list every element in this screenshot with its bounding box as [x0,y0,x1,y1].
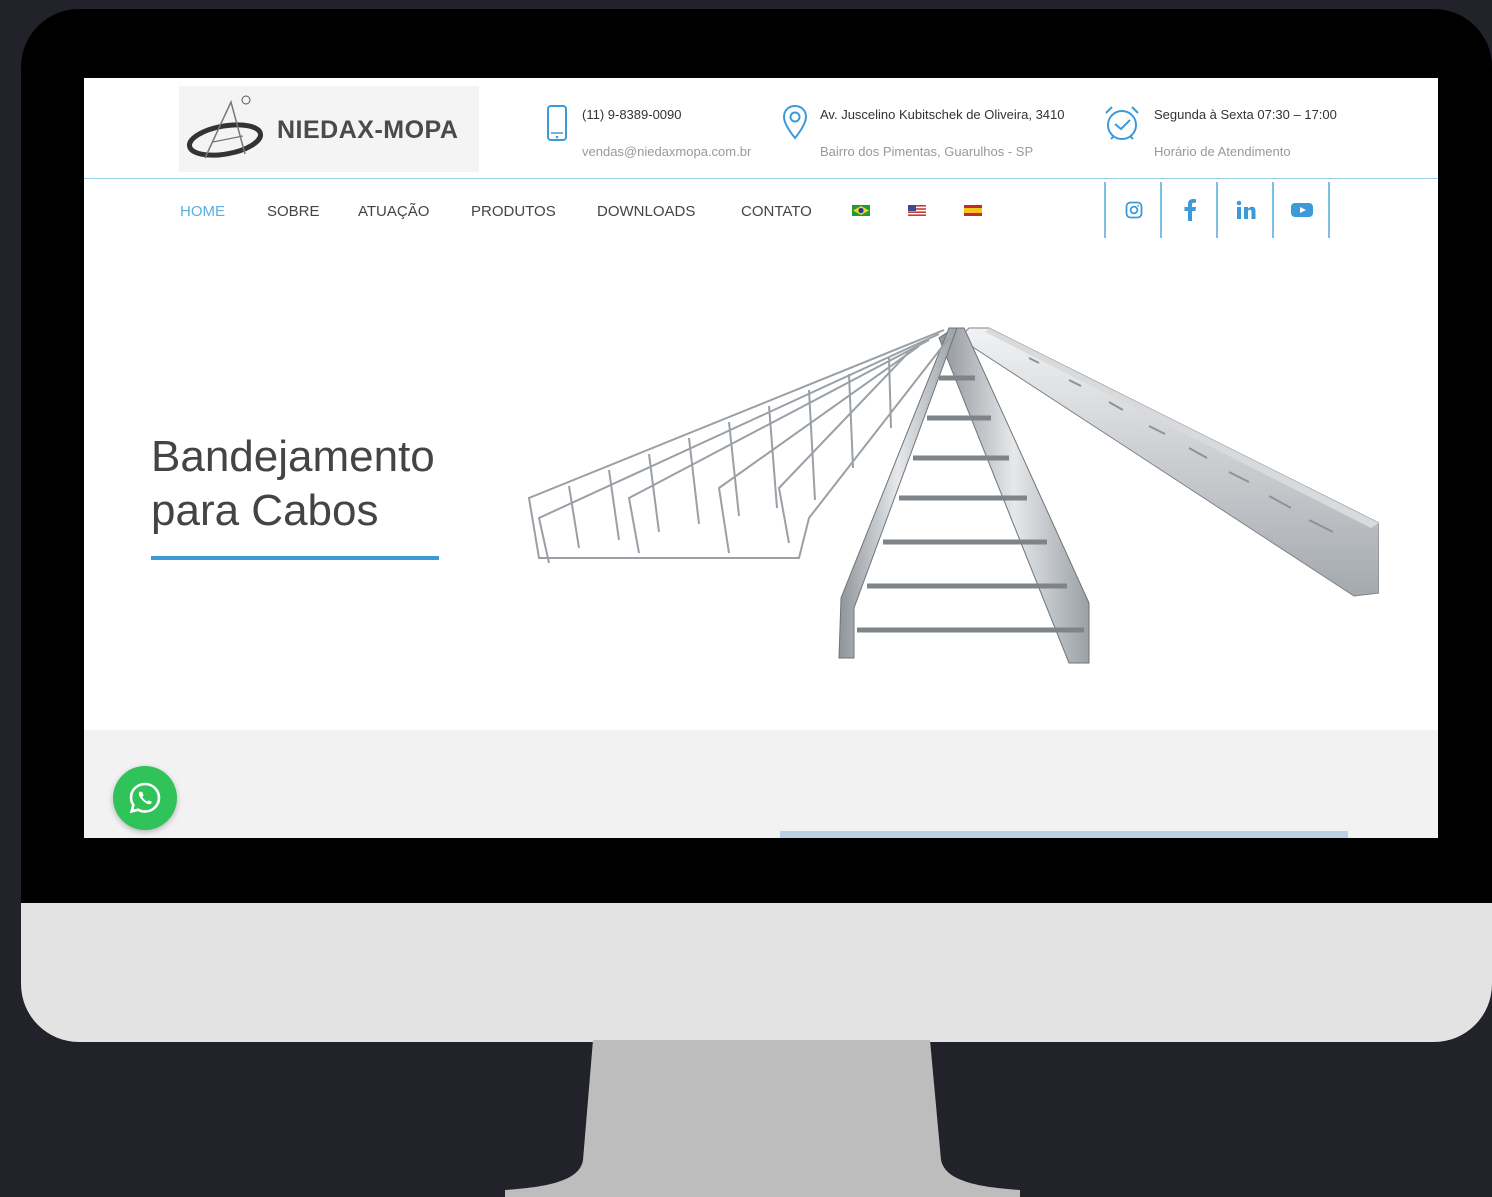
social-divider [1104,182,1106,238]
hero-title-line2: para Cabos [151,486,379,535]
location-pin-icon [782,104,808,140]
hero-title-line1: Bandejamento [151,432,435,481]
nav-home[interactable]: HOME [180,203,225,220]
header-divider [84,178,1438,179]
flag-spain-icon[interactable] [964,205,982,216]
contact-email[interactable]: vendas@niedaxmopa.com.br [582,144,751,159]
whatsapp-icon [129,782,161,814]
social-divider [1160,182,1162,238]
nav-atuacao[interactable]: ATUAÇÃO [358,203,429,220]
nav-produtos[interactable]: PRODUTOS [471,203,556,220]
hero-title: Bandejamento para Cabos [151,430,491,538]
business-hours: Segunda à Sexta 07:30 – 17:00 [1154,107,1337,122]
instagram-icon[interactable] [1114,192,1154,228]
content-section [84,730,1438,838]
social-divider [1272,182,1274,238]
flag-brazil-icon[interactable] [852,205,870,216]
phone-icon [547,105,567,141]
youtube-icon[interactable] [1282,192,1322,228]
monitor-frame: NIEDAX-MOPA (11) 9-8389-0090 vendas@nied… [21,9,1492,1042]
nav-contato[interactable]: CONTATO [741,203,812,220]
section-image-edge [780,831,1348,838]
browser-viewport: NIEDAX-MOPA (11) 9-8389-0090 vendas@nied… [84,78,1438,838]
cable-tray-image [527,327,1379,664]
contact-address-line2: Bairro dos Pimentas, Guarulhos - SP [820,144,1034,159]
brand-name: NIEDAX-MOPA [277,116,459,144]
monitor-stand [505,1040,1020,1197]
hero-underline [151,556,439,560]
alarm-clock-icon [1105,106,1139,140]
logo-mark-icon [186,95,264,159]
monitor-chin [21,903,1492,1042]
flag-usa-icon[interactable] [908,205,926,216]
nav-sobre[interactable]: SOBRE [267,203,320,220]
site-logo[interactable]: NIEDAX-MOPA [179,86,479,172]
whatsapp-button[interactable] [113,766,177,830]
facebook-icon[interactable] [1170,192,1210,228]
nav-downloads[interactable]: DOWNLOADS [597,203,695,220]
contact-address-line1: Av. Juscelino Kubitschek de Oliveira, 34… [820,107,1065,122]
contact-phone[interactable]: (11) 9-8389-0090 [582,107,682,122]
social-divider [1216,182,1218,238]
linkedin-icon[interactable] [1226,192,1266,228]
social-divider [1328,182,1330,238]
business-hours-label: Horário de Atendimento [1154,144,1291,159]
